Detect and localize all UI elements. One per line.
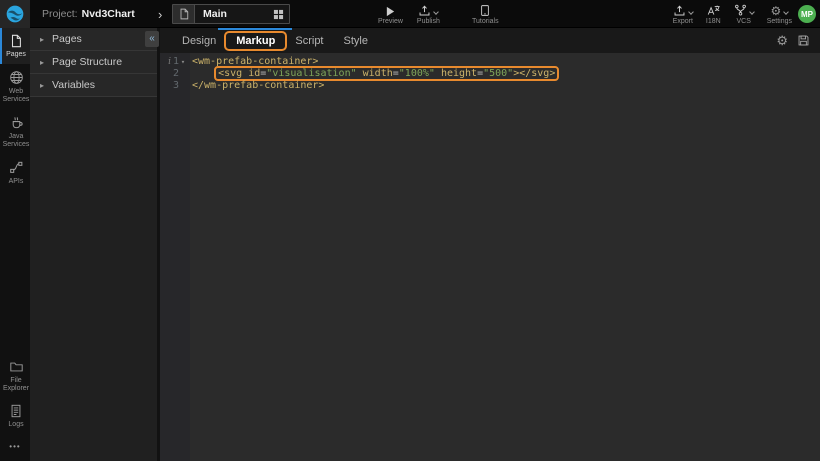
tutorials-icon xyxy=(479,4,491,17)
chevron-right-icon: › xyxy=(158,0,162,28)
publish-button[interactable]: Publish xyxy=(417,0,440,28)
code-line[interactable]: 3 </wm-prefab-container> xyxy=(160,80,820,92)
panel-collapse-button[interactable]: « xyxy=(145,31,159,47)
settings-button[interactable]: ⚙ Settings xyxy=(767,0,792,28)
rail-item-java-services[interactable]: Java Services xyxy=(0,109,30,154)
wavemaker-logo-icon xyxy=(5,4,25,24)
fold-arrow-icon[interactable]: ▾ xyxy=(179,56,187,68)
project-label: Project: xyxy=(42,8,78,20)
expand-arrow-icon: ▸ xyxy=(40,35,44,44)
page-tab-label: Main xyxy=(203,8,273,20)
code-token: width xyxy=(363,68,393,79)
top-bar: Project: Nvd3Chart › Main xyxy=(0,0,820,28)
code-content: </wm-prefab-container> xyxy=(190,80,324,92)
rail-item-logs[interactable]: Logs xyxy=(0,398,30,434)
code-token: <wm-prefab-container> xyxy=(192,56,318,67)
code-token: height xyxy=(441,68,477,79)
code-token: "visualisation" xyxy=(266,68,356,79)
code-content: <wm-prefab-container> xyxy=(190,56,318,68)
app-window: Project: Nvd3Chart › Main xyxy=(0,0,820,461)
tab-script[interactable]: Script xyxy=(285,33,333,49)
coffee-cup-icon xyxy=(9,115,24,130)
gutter-info-marker: i xyxy=(168,56,171,68)
app-logo[interactable] xyxy=(0,0,30,28)
rail-item-pages[interactable]: Pages xyxy=(0,28,30,64)
panel-section-variables[interactable]: ▸ Variables xyxy=(30,74,157,97)
tab-markup[interactable]: Markup xyxy=(226,33,285,49)
left-icon-rail: Pages Web Services xyxy=(0,28,30,461)
chevron-down-icon xyxy=(434,9,440,15)
expand-arrow-icon: ▸ xyxy=(40,81,44,90)
tab-design[interactable]: Design xyxy=(172,33,226,49)
code-line[interactable]: i1▾<wm-prefab-container> xyxy=(160,56,820,68)
translate-icon xyxy=(707,4,720,17)
logs-icon xyxy=(9,404,23,418)
tab-style[interactable]: Style xyxy=(334,33,378,49)
play-icon xyxy=(385,4,396,17)
connector-icon xyxy=(9,160,24,175)
code-token: "100%" xyxy=(399,68,435,79)
code-token: "500" xyxy=(483,68,513,79)
code-token: </wm-prefab-container> xyxy=(192,80,324,91)
annotation-highlight-box: <svg id="visualisation" width="100%" hei… xyxy=(216,68,557,79)
page-tab-main[interactable]: Main xyxy=(172,4,290,24)
expand-arrow-icon: ▸ xyxy=(40,58,44,67)
user-avatar[interactable]: MP xyxy=(798,5,816,23)
line-gutter: 3 xyxy=(160,80,190,92)
code-editor[interactable]: i1▾<wm-prefab-container>2 <svg id="visua… xyxy=(160,53,820,461)
editor-tab-bar: Design Markup Script Style ⚙ xyxy=(160,28,820,53)
active-tab-indicator xyxy=(218,28,292,30)
export-button[interactable]: Export xyxy=(673,0,693,28)
folder-icon xyxy=(9,360,24,374)
rail-spacer xyxy=(0,191,30,354)
page-file-icon xyxy=(173,5,195,23)
vcs-button[interactable]: VCS xyxy=(734,0,754,28)
code-token: id xyxy=(248,68,260,79)
line-gutter: 2 xyxy=(160,68,190,80)
chevron-down-icon xyxy=(688,9,694,15)
panel-section-page-structure[interactable]: ▸ Page Structure xyxy=(30,51,157,74)
tutorials-button[interactable]: Tutorials xyxy=(472,0,499,28)
line-gutter: i1▾ xyxy=(160,56,190,68)
chevron-down-icon xyxy=(749,9,755,15)
code-content: <svg id="visualisation" width="100%" hei… xyxy=(190,68,557,80)
code-lines: i1▾<wm-prefab-container>2 <svg id="visua… xyxy=(160,56,820,92)
line-number: 2 xyxy=(173,68,179,80)
chevron-down-icon xyxy=(783,9,789,15)
line-number: 3 xyxy=(173,80,179,92)
left-panel: « ▸ Pages ▸ Page Structure ▸ Variables xyxy=(30,28,160,461)
globe-icon xyxy=(9,70,24,85)
export-icon xyxy=(673,4,686,17)
editor-area: Design Markup Script Style ⚙ i1▾< xyxy=(160,28,820,461)
pages-icon xyxy=(9,34,23,48)
panel-section-pages[interactable]: ▸ Pages xyxy=(30,28,157,51)
i18n-button[interactable]: I18N xyxy=(706,0,721,28)
more-options-button[interactable]: ••• xyxy=(0,434,30,461)
project-name: Nvd3Chart xyxy=(82,8,135,20)
code-token: ></svg> xyxy=(513,68,555,79)
grid-icon[interactable] xyxy=(273,9,284,20)
rail-item-file-explorer[interactable]: File Explorer xyxy=(0,354,30,398)
preview-button[interactable]: Preview xyxy=(378,0,403,28)
rail-item-web-services[interactable]: Web Services xyxy=(0,64,30,109)
upload-icon xyxy=(418,4,431,17)
branch-icon xyxy=(734,4,747,17)
code-line[interactable]: 2 <svg id="visualisation" width="100%" h… xyxy=(160,68,820,80)
rail-item-apis[interactable]: APIs xyxy=(0,154,30,191)
code-token: <svg xyxy=(218,68,242,79)
gear-icon: ⚙ xyxy=(770,5,781,17)
editor-settings-gear-icon[interactable]: ⚙ xyxy=(776,34,788,47)
save-icon[interactable] xyxy=(797,34,810,47)
